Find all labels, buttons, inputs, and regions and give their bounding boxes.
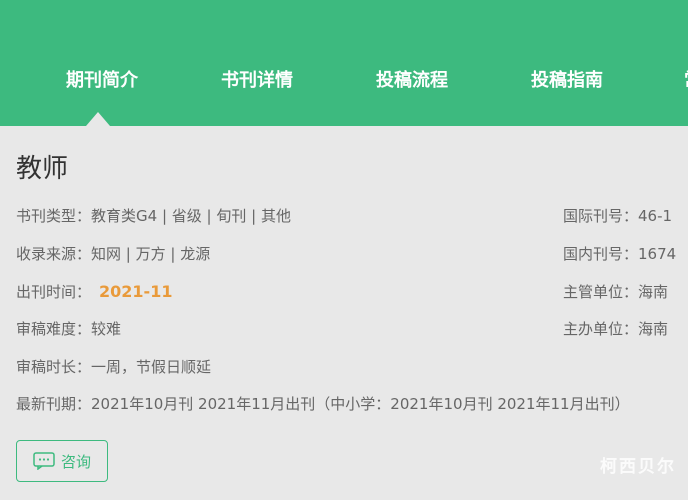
journal-cn-value: 1674 xyxy=(638,245,677,263)
journal-pubtime-value: 2021-11 xyxy=(99,282,173,301)
journal-latest-label: 最新刊期： xyxy=(16,395,92,413)
journal-supervisor-value: 海南 xyxy=(638,283,669,301)
journal-difficulty-row: 审稿难度：较难 xyxy=(16,318,121,339)
consult-button[interactable]: 咨询 xyxy=(16,440,108,482)
journal-supervisor-label: 主管单位： xyxy=(563,283,639,301)
watermark-text: 柯西贝尔 xyxy=(600,457,676,477)
journal-issn-label: 国际刊号： xyxy=(563,207,639,225)
consult-button-label: 咨询 xyxy=(60,452,91,471)
nav-tab-submission-process[interactable]: 投稿流程 xyxy=(376,66,448,92)
top-nav: 期刊简介 书刊详情 投稿流程 投稿指南 常 xyxy=(0,0,688,126)
journal-issn-row: 国际刊号：46-1 xyxy=(563,205,688,226)
journal-title: 教师 xyxy=(16,154,69,184)
journal-source-value: 知网 | 万方 | 龙源 xyxy=(91,245,211,263)
journal-issn-value: 46-1 xyxy=(638,207,673,225)
journal-duration-value: 一周，节假日顺延 xyxy=(91,358,212,376)
chat-bubble-icon xyxy=(33,452,55,470)
nav-tab-submission-guide[interactable]: 投稿指南 xyxy=(531,66,603,92)
journal-source-label: 收录来源： xyxy=(16,245,92,263)
journal-difficulty-value: 较难 xyxy=(91,320,122,338)
journal-pubtime-label: 出刊时间： xyxy=(16,283,92,301)
journal-latest-value: 2021年10月刊 2021年11月出刊（中小学：2021年10月刊 2021年… xyxy=(91,395,630,413)
journal-duration-label: 审稿时长： xyxy=(16,358,92,376)
journal-sponsor-label: 主办单位： xyxy=(563,320,639,338)
journal-type-row: 书刊类型：教育类G4 | 省级 | 旬刊 | 其他 xyxy=(16,205,291,226)
journal-sponsor-value: 海南 xyxy=(638,320,669,338)
journal-supervisor-row: 主管单位：海南 xyxy=(563,281,688,302)
journal-latest-row: 最新刊期：2021年10月刊 2021年11月出刊（中小学：2021年10月刊 … xyxy=(16,393,688,414)
journal-cn-label: 国内刊号： xyxy=(563,245,639,263)
nav-tab-faq[interactable]: 常 xyxy=(684,66,688,92)
active-tab-caret xyxy=(86,112,110,126)
nav-tab-journal-intro[interactable]: 期刊简介 xyxy=(66,66,138,92)
journal-pubtime-row: 出刊时间： 2021-11 xyxy=(16,281,172,302)
journal-duration-row: 审稿时长：一周，节假日顺延 xyxy=(16,356,211,377)
journal-difficulty-label: 审稿难度： xyxy=(16,320,92,338)
journal-type-value: 教育类G4 | 省级 | 旬刊 | 其他 xyxy=(91,207,291,225)
journal-cn-row: 国内刊号：1674 xyxy=(563,243,688,264)
journal-type-label: 书刊类型： xyxy=(16,207,92,225)
nav-tab-journal-details[interactable]: 书刊详情 xyxy=(221,66,293,92)
journal-source-row: 收录来源：知网 | 万方 | 龙源 xyxy=(16,243,210,264)
journal-sponsor-row: 主办单位：海南 xyxy=(563,318,688,339)
